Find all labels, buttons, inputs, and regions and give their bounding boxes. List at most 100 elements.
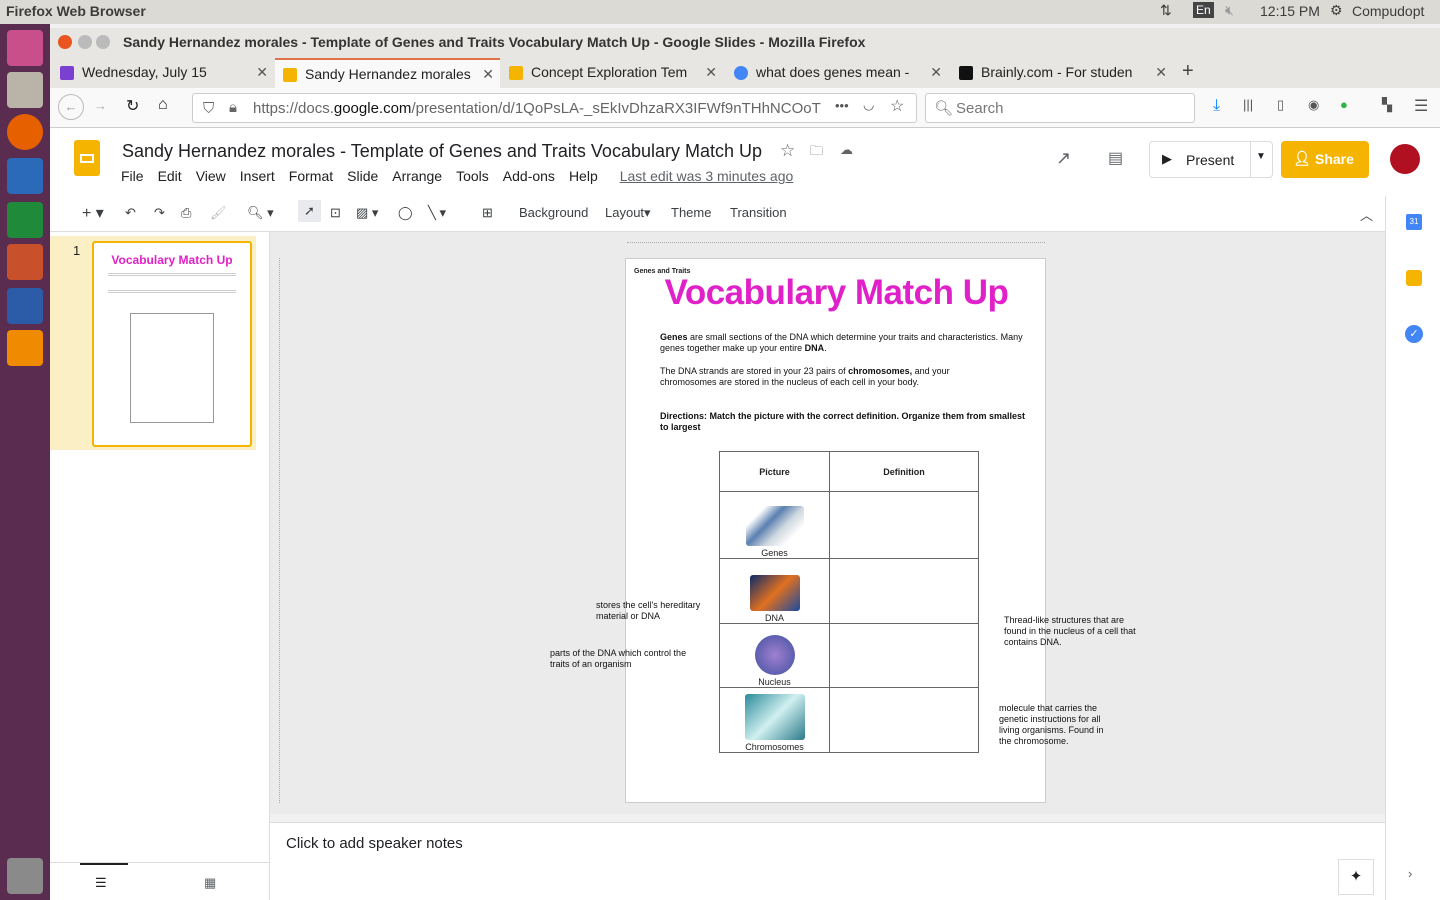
definition-cell[interactable] — [829, 623, 979, 688]
paint-format-icon[interactable]: 🖌︎ — [210, 205, 227, 221]
grammarly-icon[interactable]: ● — [1340, 97, 1348, 112]
definition-card-dna[interactable]: molecule that carries the genetic instru… — [999, 703, 1117, 747]
layout-button[interactable]: Layout▾ — [605, 205, 651, 221]
menu-addons[interactable]: Add-ons — [503, 168, 555, 184]
impress-icon[interactable] — [7, 244, 43, 280]
page-actions-icon[interactable]: ••• — [835, 98, 849, 113]
redo-icon[interactable]: ↷ — [154, 205, 165, 221]
line-icon[interactable]: ╲ ▾ — [428, 205, 446, 221]
present-button[interactable]: ▶ Present ▼ — [1149, 141, 1273, 178]
theme-button[interactable]: Theme — [671, 205, 711, 220]
print-icon[interactable]: ⎙ — [181, 205, 191, 221]
bookmark-star-icon[interactable]: ☆ — [890, 96, 904, 116]
speaker-notes[interactable]: Click to add speaker notes ✦ — [270, 822, 1385, 900]
downloads-icon[interactable]: ⤓ — [1213, 97, 1220, 115]
tab-calendar[interactable]: Wednesday, July 15 ✕ — [52, 58, 274, 88]
slide-thumbnail-selected[interactable]: 1 Vocabulary Match Up — [50, 236, 256, 450]
keep-icon[interactable] — [1406, 270, 1422, 286]
share-button[interactable]: 👤︎ Share — [1281, 141, 1369, 178]
network-icon[interactable]: ⇅ — [1160, 2, 1172, 19]
reload-button[interactable]: ↻ — [126, 96, 139, 116]
undo-icon[interactable]: ↶ — [125, 205, 136, 221]
close-tab-icon[interactable]: ✕ — [705, 64, 717, 81]
document-title[interactable]: Sandy Hernandez morales - Template of Ge… — [122, 141, 762, 162]
tab-brainly[interactable]: Brainly.com - For studen ✕ — [951, 58, 1173, 88]
definition-card-genes[interactable]: parts of the DNA which control the trait… — [550, 648, 700, 670]
menu-icon[interactable]: ☰ — [1414, 96, 1428, 116]
close-tab-icon[interactable]: ✕ — [482, 66, 494, 83]
back-button[interactable]: ← — [58, 94, 84, 120]
sidebar-icon[interactable]: ▯ — [1277, 97, 1284, 113]
menu-slide[interactable]: Slide — [347, 168, 378, 184]
tab-google-search[interactable]: what does genes mean - ✕ — [726, 58, 948, 88]
url-bar[interactable]: ⛉ 🔒︎ https://docs.google.com/presentatio… — [192, 93, 917, 123]
tab-slides-active[interactable]: Sandy Hernandez morales ✕ — [275, 58, 500, 88]
writer-icon[interactable] — [7, 158, 43, 194]
background-button[interactable]: Background — [519, 205, 588, 220]
volume-muted-icon[interactable]: 🔇︎ — [1225, 2, 1234, 19]
avatar[interactable] — [1390, 144, 1420, 174]
keyboard-language[interactable]: En — [1193, 2, 1214, 18]
activity-trend-icon[interactable]: ↗ — [1056, 148, 1071, 169]
expand-panel-icon[interactable]: › — [1408, 866, 1412, 881]
library-icon[interactable]: ||| — [1243, 97, 1253, 112]
close-window-icon[interactable] — [58, 35, 72, 49]
tasks-icon[interactable]: ✓ — [1405, 325, 1423, 343]
cloud-status-icon[interactable]: ☁ — [840, 142, 853, 158]
text-box-icon[interactable]: ⊡ — [330, 205, 341, 221]
last-edit-link[interactable]: Last edit was 3 minutes ago — [620, 168, 794, 184]
comments-icon[interactable]: ▤ — [1108, 148, 1123, 168]
clock[interactable]: 12:15 PM — [1260, 3, 1320, 19]
image-icon[interactable]: ▨ ▾ — [356, 205, 378, 221]
collapse-toolbar-icon[interactable]: ︿ — [1360, 205, 1373, 224]
app-icon[interactable] — [7, 288, 43, 324]
menu-arrange[interactable]: Arrange — [392, 168, 442, 184]
close-tab-icon[interactable]: ✕ — [256, 64, 268, 81]
definition-card-chromosomes[interactable]: Thread-like structures that are found in… — [1004, 615, 1149, 648]
menu-tools[interactable]: Tools — [456, 168, 489, 184]
files-icon[interactable] — [7, 72, 43, 108]
star-icon[interactable]: ☆ — [780, 141, 795, 161]
maximize-window-icon[interactable] — [96, 35, 110, 49]
select-tool-icon[interactable]: ➚ — [298, 200, 321, 222]
dash-icon[interactable] — [7, 30, 43, 66]
tab-concept-exploration[interactable]: Concept Exploration Tem ✕ — [501, 58, 723, 88]
menu-insert[interactable]: Insert — [240, 168, 275, 184]
zoom-icon[interactable]: 🔍︎ ▾ — [247, 205, 274, 221]
definition-cell[interactable] — [829, 491, 979, 559]
trash-icon[interactable] — [7, 858, 43, 894]
vlc-icon[interactable] — [7, 330, 43, 366]
home-button[interactable]: ⌂ — [158, 96, 168, 114]
list-view-icon[interactable]: ☰ — [95, 875, 107, 891]
definition-card-nucleus[interactable]: stores the cell's hereditary material or… — [596, 600, 716, 622]
new-slide-button[interactable]: + ▾ — [82, 203, 104, 223]
present-dropdown-icon[interactable]: ▼ — [1256, 151, 1266, 162]
transition-button[interactable]: Transition — [730, 205, 787, 220]
close-tab-icon[interactable]: ✕ — [1155, 64, 1167, 81]
forward-button[interactable]: → — [94, 98, 107, 113]
settings-gear-icon[interactable]: ⚙ — [1330, 2, 1343, 19]
shape-icon[interactable]: ◯ — [398, 205, 413, 221]
calendar-icon[interactable]: 31 — [1406, 214, 1422, 230]
slides-logo-icon[interactable] — [74, 140, 100, 176]
slide-thumbnail[interactable]: Vocabulary Match Up — [92, 241, 252, 447]
pocket-icon[interactable]: ◡ — [863, 97, 874, 113]
menu-view[interactable]: View — [196, 168, 226, 184]
close-tab-icon[interactable]: ✕ — [930, 64, 942, 81]
definition-cell[interactable] — [829, 687, 979, 753]
definition-cell[interactable] — [829, 558, 979, 624]
calc-icon[interactable] — [7, 202, 43, 238]
firefox-icon[interactable] — [7, 114, 43, 150]
explore-icon[interactable]: ✦ — [1338, 859, 1374, 895]
menu-format[interactable]: Format — [289, 168, 333, 184]
extensions-icon[interactable]: ▚ — [1382, 97, 1392, 113]
move-folder-icon[interactable]: 🗀 — [810, 142, 823, 164]
menu-help[interactable]: Help — [569, 168, 598, 184]
menu-edit[interactable]: Edit — [158, 168, 182, 184]
account-icon[interactable]: ◉ — [1308, 97, 1319, 113]
shield-icon[interactable]: ⛉ — [203, 100, 214, 117]
minimize-window-icon[interactable] — [78, 35, 92, 49]
user-name[interactable]: Compudopt — [1352, 3, 1424, 19]
add-comment-icon[interactable]: ⊞ — [482, 205, 493, 221]
search-input[interactable]: 🔍︎ Search — [925, 93, 1195, 123]
